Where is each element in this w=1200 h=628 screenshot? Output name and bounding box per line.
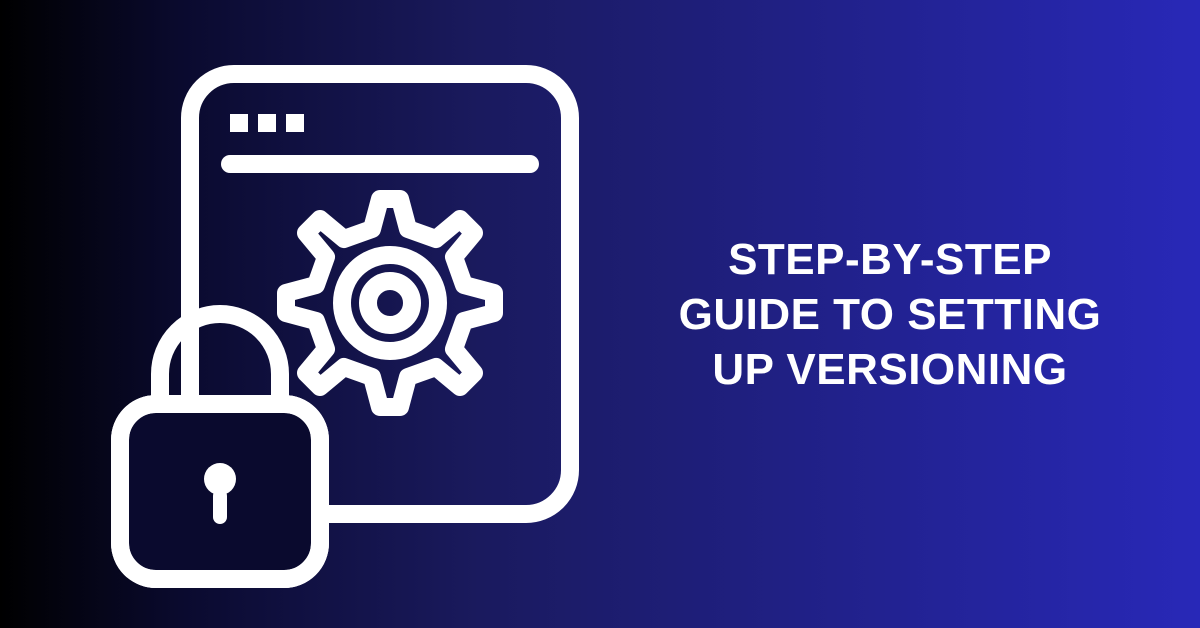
headline-area: STEP-BY-STEP GUIDE TO SETTING UP VERSION… [620,232,1200,397]
lock-icon [120,314,320,579]
hero-illustration [60,34,620,594]
gear-icon [286,199,494,407]
page-title: STEP-BY-STEP GUIDE TO SETTING UP VERSION… [660,232,1120,397]
illustration-svg [60,34,620,594]
